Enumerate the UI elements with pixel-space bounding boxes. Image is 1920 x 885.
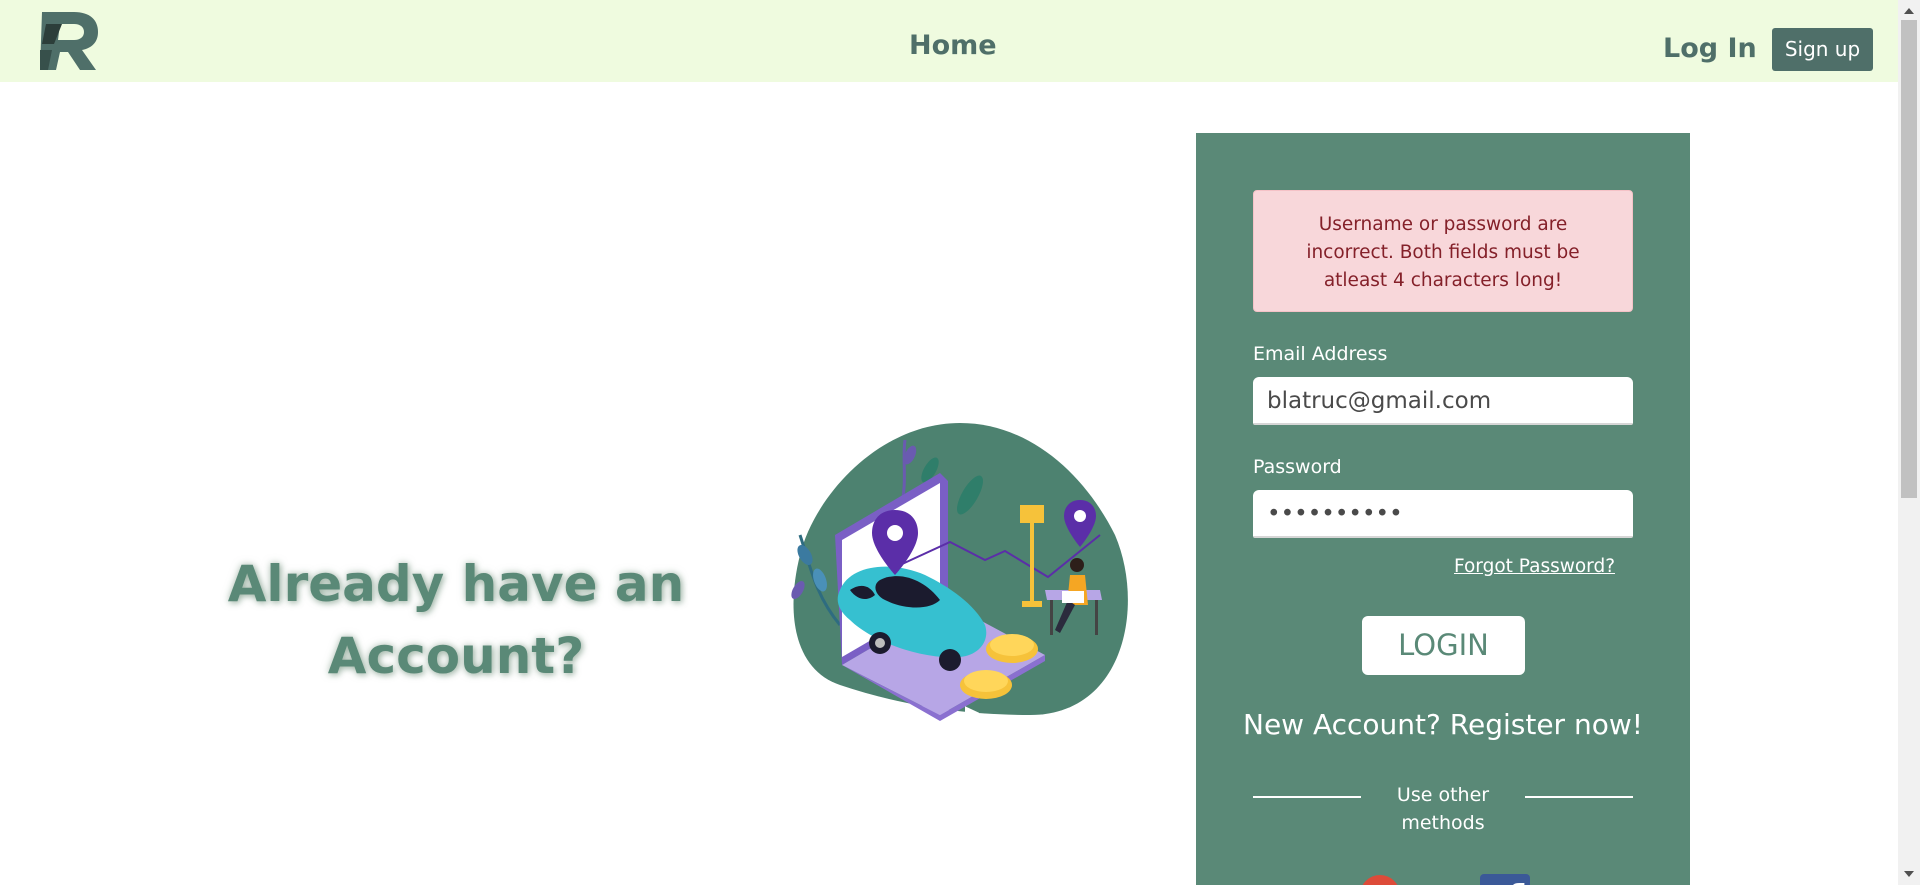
divider-right	[1525, 796, 1633, 798]
google-icon[interactable]	[1360, 875, 1400, 885]
scrollbar-thumb[interactable]	[1901, 20, 1917, 498]
page: Home Log In Sign up Already have an Acco…	[0, 0, 1920, 885]
email-label: Email Address	[1253, 343, 1388, 365]
car-rental-illustration	[791, 423, 1128, 721]
forgot-password-link[interactable]: Forgot Password?	[1454, 556, 1615, 577]
login-panel: Username or password are incorrect. Both…	[1196, 133, 1690, 885]
other-methods-label: Use other methods	[1396, 784, 1490, 834]
error-alert: Username or password are incorrect. Both…	[1253, 190, 1633, 312]
top-navbar: Home Log In Sign up	[0, 0, 1898, 82]
facebook-icon[interactable]: f	[1480, 874, 1530, 885]
brand-logo-icon[interactable]	[38, 10, 100, 72]
hero-headline: Already have an Account?	[200, 548, 712, 692]
nav-login-link[interactable]: Log In	[1663, 33, 1757, 64]
login-button[interactable]: LOGIN	[1362, 616, 1525, 675]
scroll-up-arrow-icon[interactable]	[1904, 8, 1914, 14]
divider-left	[1253, 796, 1361, 798]
password-label: Password	[1253, 456, 1342, 478]
register-link[interactable]: New Account? Register now!	[1196, 708, 1690, 741]
vertical-scrollbar[interactable]	[1898, 0, 1920, 885]
password-field[interactable]: ••••••••••	[1253, 490, 1633, 538]
scroll-down-arrow-icon[interactable]	[1904, 871, 1914, 877]
signup-button[interactable]: Sign up	[1772, 28, 1873, 71]
hero-headline-line1: Already have an	[227, 555, 685, 613]
hero-headline-line2: Account?	[327, 627, 585, 685]
email-field[interactable]: blatruc@gmail.com	[1253, 377, 1633, 425]
nav-home-link[interactable]: Home	[909, 30, 997, 61]
